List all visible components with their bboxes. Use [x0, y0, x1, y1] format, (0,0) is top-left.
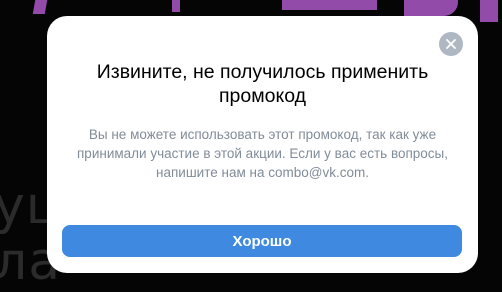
background-accent-stroke — [480, 0, 498, 22]
background-accent-stroke — [172, 0, 180, 12]
ok-button[interactable]: Хорошо — [62, 225, 462, 257]
background-accent-stroke — [404, 0, 458, 16]
close-button[interactable] — [439, 32, 463, 56]
promo-error-dialog: Извините, не получилось применить промок… — [47, 16, 478, 273]
dialog-title: Извините, не получилось применить промок… — [96, 61, 429, 107]
background-accent-stroke — [282, 0, 377, 10]
dialog-message: Вы не можете использовать этот промокод,… — [77, 127, 448, 180]
close-icon — [446, 39, 456, 49]
background-accent-stroke — [32, 0, 48, 14]
